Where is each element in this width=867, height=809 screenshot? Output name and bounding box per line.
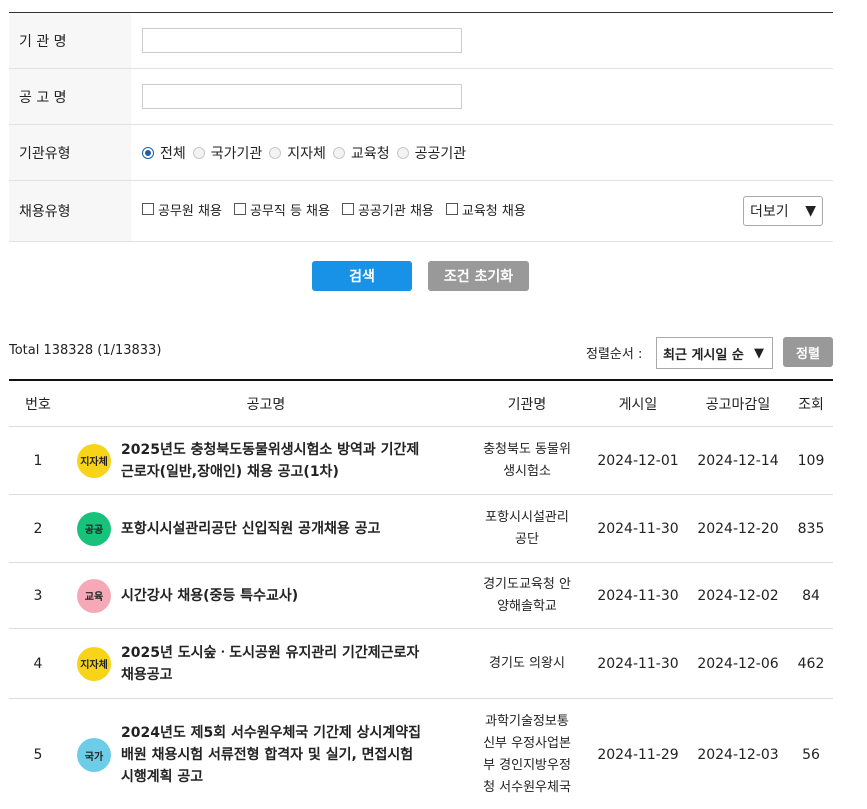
table-header: 번호 공고명 기관명 게시일 공고마감일 조회 bbox=[9, 381, 833, 427]
total-count: Total 138328 (1/13833) bbox=[9, 343, 162, 358]
more-dropdown[interactable]: 더보기 ▼ bbox=[743, 196, 823, 226]
org-name: 과학기술정보통 신부 우정사업본 부 경인지방우정 청 서수원우체국 bbox=[483, 714, 571, 795]
view-count: 462 bbox=[797, 655, 825, 672]
search-form: 기 관 명 공 고 명 기관유형 전체 국가기관 지자체 교육청 공공기관 채용… bbox=[9, 12, 833, 242]
view-count: 835 bbox=[797, 520, 825, 537]
checkbox-icon bbox=[341, 203, 354, 215]
checkbox-education-office[interactable]: 교육청 채용 bbox=[445, 200, 526, 219]
category-badge: 교육 bbox=[77, 578, 111, 613]
posted-date: 2024-11-30 bbox=[597, 655, 679, 672]
notice-label: 공 고 명 bbox=[9, 69, 131, 124]
checkbox-public-worker[interactable]: 공무직 등 채용 bbox=[233, 200, 330, 219]
sort-order-select[interactable]: 최근 게시일 순 ▼ bbox=[656, 337, 773, 369]
org-type-label: 기관유형 bbox=[9, 125, 131, 180]
hire-type-row: 채용유형 공무원 채용 공무직 등 채용 공공기관 채용 교육청 채용 더보기 … bbox=[9, 181, 833, 242]
org-label: 기 관 명 bbox=[9, 13, 131, 68]
header-title: 공고명 bbox=[246, 396, 286, 413]
radio-unchecked-icon bbox=[269, 146, 282, 159]
hire-type-label: 채용유형 bbox=[9, 181, 131, 241]
org-name: 충청북도 동물위 생시험소 bbox=[483, 441, 571, 479]
category-badge: 지자체 bbox=[77, 646, 111, 681]
category-badge: 국가 bbox=[77, 738, 111, 772]
org-type-row: 기관유형 전체 국가기관 지자체 교육청 공공기관 bbox=[9, 125, 833, 181]
header-posted: 게시일 bbox=[618, 396, 658, 413]
org-name: 경기도교육청 안 양해솔학교 bbox=[483, 576, 571, 614]
radio-public[interactable]: 공공기관 bbox=[396, 143, 466, 163]
row-number: 4 bbox=[33, 655, 43, 672]
category-badge: 지자체 bbox=[77, 443, 111, 478]
posted-date: 2024-12-01 bbox=[597, 452, 679, 469]
hire-type-checkboxes: 공무원 채용 공무직 등 채용 공공기관 채용 교육청 채용 bbox=[142, 200, 538, 219]
row-number: 5 bbox=[33, 747, 43, 763]
notice-name-input[interactable] bbox=[142, 84, 462, 109]
table-row: 3 교육 시간강사 채용(중등 특수교사) 경기도교육청 안 양해솔학교 202… bbox=[9, 563, 833, 629]
notice-title-link[interactable]: 2024년도 제5회 서수원우체국 기간제 상시계약집 배원 채용시험 서류전형… bbox=[121, 722, 421, 788]
deadline-date: 2024-12-02 bbox=[697, 587, 779, 604]
notice-title-link[interactable]: 2025년도 충청북도동물위생시험소 방역과 기간제 근로자(일반,장애인) 채… bbox=[121, 439, 419, 483]
sort-label: 정렬순서 : bbox=[586, 347, 643, 362]
view-count: 109 bbox=[797, 452, 825, 469]
more-label: 더보기 bbox=[750, 204, 789, 220]
radio-unchecked-icon bbox=[192, 146, 205, 159]
deadline-date: 2024-12-20 bbox=[697, 520, 779, 537]
view-count: 84 bbox=[802, 587, 820, 604]
notice-title-link[interactable]: 시간강사 채용(중등 특수교사) bbox=[121, 585, 298, 607]
radio-all[interactable]: 전체 bbox=[142, 143, 186, 163]
posted-date: 2024-11-29 bbox=[597, 747, 679, 763]
sort-order-value: 최근 게시일 순 bbox=[663, 347, 744, 363]
category-badge: 공공 bbox=[77, 511, 111, 546]
org-name: 경기도 의왕시 bbox=[489, 655, 565, 671]
row-number: 1 bbox=[33, 452, 43, 469]
table-row: 4 지자체 2025년 도시숲ㆍ도시공원 유지관리 기간제근로자 채용공고 경기… bbox=[9, 629, 833, 699]
header-deadline: 공고마감일 bbox=[705, 396, 771, 413]
deadline-date: 2024-12-03 bbox=[697, 747, 779, 763]
checkbox-icon bbox=[233, 203, 246, 215]
header-number: 번호 bbox=[25, 396, 51, 413]
radio-unchecked-icon bbox=[396, 146, 409, 159]
notice-row: 공 고 명 bbox=[9, 69, 833, 125]
org-name: 포항시시설관리 공단 bbox=[485, 509, 569, 547]
results-table: 번호 공고명 기관명 게시일 공고마감일 조회 1 지자체 2025년도 충청북… bbox=[9, 379, 833, 809]
org-name-input[interactable] bbox=[142, 28, 462, 53]
header-views: 조회 bbox=[798, 396, 824, 413]
notice-title-link[interactable]: 포항시시설관리공단 신입직원 공개채용 공고 bbox=[121, 518, 380, 540]
row-number: 3 bbox=[33, 587, 43, 604]
org-type-radio-group: 전체 국가기관 지자체 교육청 공공기관 bbox=[142, 143, 473, 163]
checkbox-icon bbox=[142, 203, 154, 215]
row-number: 2 bbox=[33, 520, 43, 537]
radio-education[interactable]: 교육청 bbox=[332, 143, 390, 163]
checkbox-public-institution[interactable]: 공공기관 채용 bbox=[341, 200, 434, 219]
triangle-down-icon: ▼ bbox=[754, 345, 764, 361]
view-count: 56 bbox=[802, 747, 820, 763]
sort-button[interactable]: 정렬 bbox=[783, 337, 833, 367]
radio-national[interactable]: 국가기관 bbox=[192, 143, 262, 163]
deadline-date: 2024-12-14 bbox=[697, 452, 779, 469]
reset-button[interactable]: 조건 초기화 bbox=[428, 261, 529, 291]
search-button[interactable]: 검색 bbox=[312, 261, 412, 291]
header-org: 기관명 bbox=[507, 396, 547, 413]
checkbox-icon bbox=[445, 203, 458, 215]
checkbox-civil-servant[interactable]: 공무원 채용 bbox=[142, 200, 222, 219]
notice-title-link[interactable]: 2025년 도시숲ㆍ도시공원 유지관리 기간제근로자 채용공고 bbox=[121, 642, 419, 686]
table-row: 5 국가 2024년도 제5회 서수원우체국 기간제 상시계약집 배원 채용시험… bbox=[9, 699, 833, 809]
radio-local-gov[interactable]: 지자체 bbox=[269, 143, 326, 163]
triangle-down-icon: ▼ bbox=[805, 203, 816, 219]
table-row: 2 공공 포항시시설관리공단 신입직원 공개채용 공고 포항시시설관리 공단 2… bbox=[9, 495, 833, 563]
org-row: 기 관 명 bbox=[9, 13, 833, 69]
radio-checked-icon bbox=[142, 146, 154, 159]
table-row: 1 지자체 2025년도 충청북도동물위생시험소 방역과 기간제 근로자(일반,… bbox=[9, 427, 833, 495]
posted-date: 2024-11-30 bbox=[597, 587, 679, 604]
deadline-date: 2024-12-06 bbox=[697, 655, 779, 672]
radio-unchecked-icon bbox=[332, 146, 345, 159]
posted-date: 2024-11-30 bbox=[597, 520, 679, 537]
